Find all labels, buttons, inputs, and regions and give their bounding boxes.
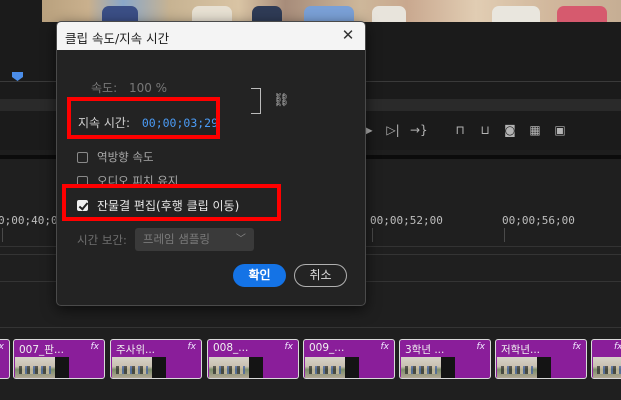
playhead-marker[interactable] [12, 72, 23, 81]
fx-badge: fx [187, 342, 197, 352]
clip-name: 주사위... [116, 344, 155, 356]
interpolation-label: 시간 보간: [77, 232, 127, 247]
speed-label: 속도: [91, 81, 118, 95]
fx-badge: fx [90, 342, 100, 352]
fx-badge: fx [284, 342, 294, 352]
clip-thumbnail [497, 357, 537, 378]
clip-name: 저학년... [501, 344, 540, 356]
close-icon[interactable]: ✕ [339, 26, 357, 44]
ok-button[interactable]: 확인 [233, 264, 286, 287]
clip-thumbnail [15, 357, 55, 378]
compare-icon[interactable]: ▦ [527, 123, 543, 137]
dialog-title: 클립 속도/지속 시간 [65, 31, 170, 46]
ruler-label: 00;00;52;00 [370, 214, 443, 227]
chain-link-icon[interactable]: ⛓ [273, 93, 290, 108]
track-separator [0, 327, 621, 328]
export-frame-icon[interactable]: ▣ [552, 123, 568, 137]
clip[interactable]: 3학년 ... fx [399, 339, 491, 379]
checkbox-box[interactable] [77, 151, 88, 163]
fx-badge: fx [476, 342, 486, 352]
speed-value[interactable]: 100 % [129, 81, 167, 95]
speed-row: 속도: 100 % [91, 79, 167, 96]
fx-badge: fx [572, 342, 582, 352]
lift-icon[interactable]: ⊓ [452, 123, 468, 137]
ruler-label: 0;00;40;00 [0, 214, 65, 227]
annotation-box-ripple-edit [62, 184, 281, 221]
clip[interactable]: fx [591, 339, 621, 379]
reverse-speed-checkbox[interactable]: 역방향 속도 [77, 149, 154, 165]
clip-thumbnail [401, 357, 441, 378]
fx-badge: fx [380, 342, 390, 352]
annotation-box-duration [67, 97, 220, 139]
fx-badge: fx [614, 342, 621, 352]
chevron-down-icon: ﹀ [235, 234, 246, 245]
clip-thumbnail [593, 357, 621, 378]
clip[interactable]: fx [0, 339, 10, 379]
cancel-button[interactable]: 취소 [294, 264, 347, 287]
clip-thumbnail [112, 357, 152, 378]
clip[interactable]: 저학년... fx [495, 339, 587, 379]
clip[interactable]: 009_... fx [303, 339, 395, 379]
dialog-titlebar[interactable]: 클립 속도/지속 시간 ✕ [57, 22, 365, 50]
clip-name: 007_판... [19, 344, 64, 356]
checkbox-label: 역방향 속도 [97, 150, 154, 164]
step-forward-icon[interactable]: ▷| [385, 123, 401, 137]
video-track-clips: fx 007_판... fx 주사위... fx 008_... fx 009_… [0, 337, 621, 382]
transport-controls: ▶ ▷| →} ⊓ ⊔ ◙ ▦ ▣ [360, 120, 568, 140]
clip[interactable]: 008_... fx [207, 339, 299, 379]
go-to-out-icon[interactable]: →} [410, 123, 428, 137]
clip-thumbnail [305, 357, 345, 378]
video-preview [42, 0, 621, 22]
link-bracket [251, 88, 261, 114]
extract-icon[interactable]: ⊔ [477, 123, 493, 137]
ruler-label: 00;00;56;00 [502, 214, 575, 227]
interpolation-selected-value: 프레임 샘플링 [142, 232, 210, 246]
clip-name: 009_... [309, 342, 345, 354]
clip-name: 008_... [213, 342, 249, 354]
clip-name: 3학년 ... [405, 344, 445, 356]
clip[interactable]: 주사위... fx [110, 339, 202, 379]
clip[interactable]: 007_판... fx [13, 339, 105, 379]
time-interpolation-row: 시간 보간: 프레임 샘플링 ﹀ [77, 228, 254, 251]
clip-thumbnail [209, 357, 249, 378]
interpolation-select[interactable]: 프레임 샘플링 ﹀ [134, 228, 254, 251]
fx-badge: fx [0, 342, 4, 352]
camera-icon[interactable]: ◙ [502, 123, 518, 137]
clip-speed-duration-dialog: 클립 속도/지속 시간 ✕ 속도: 100 % 지속 시간: 00;00;03;… [56, 21, 366, 306]
